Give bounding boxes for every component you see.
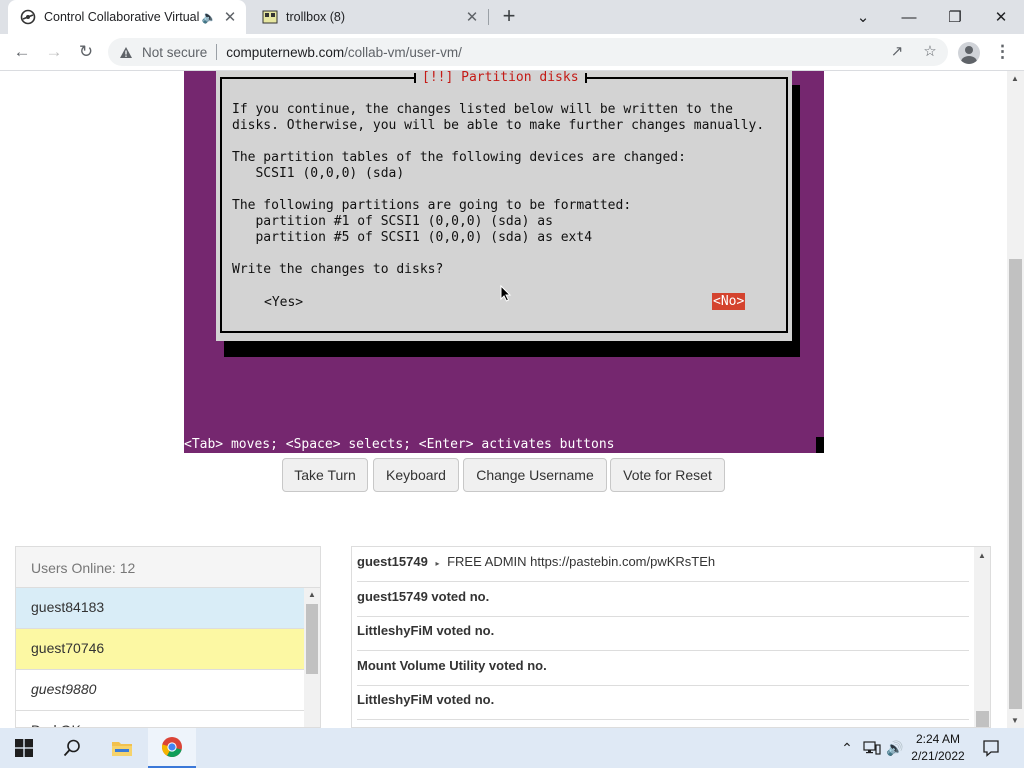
page-scrollbar-thumb[interactable] — [1009, 259, 1022, 709]
folder-icon — [112, 742, 132, 756]
tab-collab-vm[interactable]: Control Collaborative Virtual 🔈 ✕ — [8, 0, 246, 34]
start-button[interactable] — [0, 728, 48, 768]
yes-button[interactable]: <Yes> — [264, 295, 303, 311]
dialog-text-line: partition #5 of SCSI1 (0,0,0) (sda) as e… — [232, 230, 593, 245]
close-tab-icon[interactable]: ✕ — [460, 8, 484, 26]
user-list-scrollbar-thumb[interactable] — [306, 604, 318, 674]
scroll-down-arrow-icon[interactable]: ▼ — [1011, 716, 1019, 725]
console-cursor — [816, 437, 824, 453]
no-button[interactable]: <No> — [712, 293, 746, 310]
profile-avatar-icon[interactable] — [958, 42, 980, 64]
page-scrollbar[interactable]: ▲ ▼ — [1007, 71, 1024, 728]
chat-message: guest15749 ▸ FREE ADMIN https://pastebin… — [357, 547, 969, 582]
browser-toolbar: ← → ↻ Not secure computernewb.com/collab… — [0, 34, 1024, 71]
url-path: /collab-vm/user-vm/ — [344, 44, 462, 60]
keyboard-button[interactable]: Keyboard — [373, 458, 459, 492]
dialog-text-line: If you continue, the changes listed belo… — [232, 102, 733, 117]
chat-scrollbar-thumb[interactable] — [976, 711, 989, 727]
user-list: guest84183 guest70746 guest9880 DarkOK — [16, 588, 304, 727]
forward-icon[interactable]: → — [42, 40, 66, 64]
dialog-question: Write the changes to disks? — [232, 262, 444, 277]
mouse-pointer-icon — [500, 284, 512, 302]
tab-search-icon[interactable]: ⌄ — [840, 0, 886, 34]
user-list-item[interactable]: guest70746 — [16, 629, 304, 670]
dialog-text-line: SCSI1 (0,0,0) (sda) — [232, 166, 405, 181]
new-tab-button[interactable]: + — [497, 5, 521, 29]
tab-title: Control Collaborative Virtual — [44, 10, 200, 24]
back-icon[interactable]: ← — [10, 40, 34, 64]
omnibox-divider — [216, 44, 218, 60]
chat-message-text: guest15749 voted no. — [357, 589, 490, 604]
chat-message-text: LittleshyFiM voted no. — [357, 623, 495, 638]
clock-date: 2/21/2022 — [911, 749, 965, 763]
user-list-item[interactable]: guest84183 — [16, 588, 304, 629]
change-username-button[interactable]: Change Username — [463, 458, 607, 492]
restore-icon[interactable]: ❐ — [932, 0, 978, 34]
chat-message-text: FREE ADMIN https://pastebin.com/pwKRsTEh — [447, 554, 716, 569]
chat-message: LittleshyFiM voted no. — [357, 616, 969, 651]
chrome-icon — [161, 737, 182, 758]
audio-playing-icon[interactable]: 🔈 — [200, 10, 218, 24]
file-explorer-button[interactable] — [98, 728, 146, 768]
windows-logo-icon — [15, 739, 33, 757]
scroll-up-arrow-icon[interactable]: ▲ — [978, 551, 986, 560]
dialog-text-line: partition #1 of SCSI1 (0,0,0) (sda) as — [232, 214, 553, 229]
vm-help-line: <Tab> moves; <Space> selects; <Enter> ac… — [184, 437, 615, 452]
chat-message-text: LittleshyFiM voted no. — [357, 692, 495, 707]
close-window-icon[interactable]: ✕ — [978, 0, 1024, 34]
collabvm-favicon-icon — [20, 9, 36, 25]
warning-icon[interactable] — [118, 44, 134, 60]
chrome-taskbar-button[interactable] — [148, 728, 196, 768]
windows-taskbar: ⌃ 🔊 2:24 AM 2/21/2022 — [0, 728, 1024, 768]
browser-menu-icon[interactable]: ⋮ — [994, 42, 1011, 64]
chat-scrollbar[interactable]: ▲ — [974, 547, 990, 727]
close-tab-icon[interactable]: ✕ — [218, 8, 242, 26]
user-list-item[interactable]: DarkOK — [16, 711, 304, 727]
tab-trollbox[interactable]: trollbox (8) ✕ — [250, 0, 488, 34]
chat-panel: guest15749 ▸ FREE ADMIN https://pastebin… — [351, 546, 991, 728]
dialog-text-line: The following partitions are going to be… — [232, 198, 632, 213]
users-online-panel: Users Online: 12 guest84183 guest70746 g… — [15, 546, 321, 728]
take-turn-button[interactable]: Take Turn — [282, 458, 368, 492]
show-hidden-icons-icon[interactable]: ⌃ — [838, 738, 856, 758]
dialog-text-line: disks. Otherwise, you will be able to ma… — [232, 118, 765, 133]
url-text[interactable]: computernewb.com/collab-vm/user-vm/ — [226, 45, 462, 60]
search-icon — [63, 739, 80, 757]
dialog-title: [!!] Partition disks — [414, 71, 587, 86]
user-list-item[interactable]: guest9880 — [16, 670, 304, 711]
users-online-header: Users Online: 12 — [16, 547, 320, 588]
share-icon[interactable]: ↗ — [888, 43, 906, 61]
user-list-scrollbar[interactable]: ▲ — [304, 588, 320, 727]
scroll-up-arrow-icon[interactable]: ▲ — [1011, 74, 1019, 83]
address-bar[interactable]: Not secure computernewb.com/collab-vm/us… — [108, 38, 948, 66]
vm-screen[interactable]: [!!] Partition disks If you continue, th… — [184, 71, 824, 453]
chat-message: guest15749 voted no. — [357, 582, 969, 617]
bookmark-star-icon[interactable]: ☆ — [921, 43, 939, 61]
browser-tab-strip: Control Collaborative Virtual 🔈 ✕ trollb… — [0, 0, 1024, 34]
chat-message: Mount Volume Utility voted no. — [357, 651, 969, 686]
url-host: computernewb.com — [226, 44, 345, 60]
chat-username[interactable]: guest15749 — [357, 554, 428, 569]
notifications-icon[interactable] — [980, 738, 1002, 758]
minimize-icon[interactable]: — — [886, 0, 932, 34]
scroll-up-arrow-icon[interactable]: ▲ — [308, 590, 316, 599]
search-button[interactable] — [48, 728, 96, 768]
network-icon[interactable] — [862, 738, 882, 758]
system-clock[interactable]: 2:24 AM 2/21/2022 — [900, 731, 976, 765]
tab-divider — [488, 9, 489, 25]
dialog-text-line: The partition tables of the following de… — [232, 150, 686, 165]
clock-time: 2:24 AM — [915, 732, 961, 746]
tab-title: trollbox (8) — [286, 10, 346, 24]
message-arrow-icon: ▸ — [435, 559, 440, 568]
trollbox-favicon-icon — [262, 9, 278, 25]
reload-icon[interactable]: ↻ — [74, 40, 98, 64]
vote-reset-button[interactable]: Vote for Reset — [610, 458, 725, 492]
chat-message-text: Mount Volume Utility voted no. — [357, 658, 547, 673]
security-label[interactable]: Not secure — [142, 45, 207, 60]
chat-message: LittleshyFiM voted no. — [357, 685, 969, 720]
